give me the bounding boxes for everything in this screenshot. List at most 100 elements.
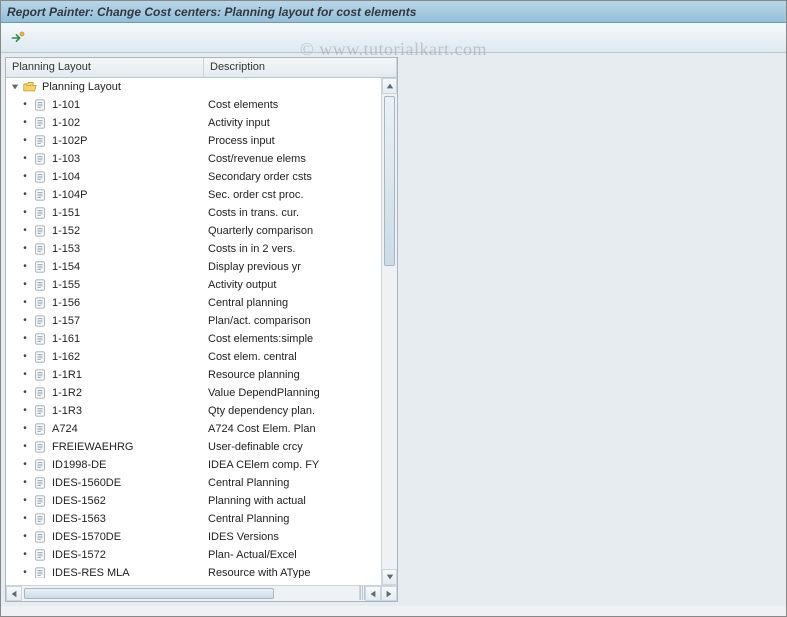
tree-row-id: FREIEWAEHRG [52,441,134,453]
tree-row-desc: Costs in in 2 vers. [204,243,397,255]
bullet-icon: • [20,352,30,362]
tree-row-id: 1-156 [52,297,80,309]
hscroll-left2-button[interactable] [365,586,381,601]
bullet-icon: • [20,406,30,416]
tree-row-desc: Secondary order csts [204,171,397,183]
tree-row[interactable]: • IDES-1570DE IDES Versions [6,528,397,546]
hscroll-track[interactable] [22,586,359,601]
tree-row[interactable]: •1-153Costs in in 2 vers. [6,240,397,258]
tree-row[interactable]: •1-103Cost/revenue elems [6,150,397,168]
document-icon [32,134,48,148]
document-icon [32,278,48,292]
hscroll-thumb[interactable] [24,588,274,599]
tree-row-desc: Process input [204,135,397,147]
tree-row[interactable]: •1-154Display previous yr [6,258,397,276]
tree-row-desc: IDEA CElem comp. FY [204,459,397,471]
tree-row[interactable]: •1-155Activity output [6,276,397,294]
tree-row-id: IDES-1563 [52,513,106,525]
document-icon [32,440,48,454]
vertical-scrollbar[interactable] [381,78,397,585]
tree-row-desc: Central Planning [204,513,397,525]
bullet-icon: • [20,460,30,470]
document-icon [32,242,48,256]
bullet-icon: • [20,118,30,128]
tree-row[interactable]: •ID1998-DEIDEA CElem comp. FY [6,456,397,474]
back-nav-button[interactable] [7,27,29,49]
tree-row-desc: User-definable crcy [204,441,397,453]
tree-row[interactable]: •1-152Quarterly comparison [6,222,397,240]
tree-row[interactable]: •A724A724 Cost Elem. Plan [6,420,397,438]
bullet-icon: • [20,172,30,182]
document-icon [32,260,48,274]
tree-row-desc: Cost elem. central [204,351,397,363]
tree-rows-container: Planning Layout •1-101Cost elements•1-10… [6,78,397,578]
tree-row-id: 1-101 [52,99,80,111]
tree-row-desc: Resource with AType [204,567,397,578]
tree-row[interactable]: •1-101Cost elements [6,96,397,114]
tree-row-id: IDES-1572 [52,549,106,561]
tree-row-id: IDES-1570DE [52,531,121,543]
tree-row[interactable]: •1-162Cost elem. central [6,348,397,366]
expand-arrow-icon[interactable] [10,82,20,92]
document-icon [32,296,48,310]
tree-row-id: A724 [52,423,78,435]
tree-row-id: 1-104 [52,171,80,183]
tree-row[interactable]: •1-161Cost elements:simple [6,330,397,348]
bullet-icon: • [20,190,30,200]
tree-row-id: 1-104P [52,189,87,201]
hscroll-left-button[interactable] [6,586,22,601]
tree-row[interactable]: •IDES-1563Central Planning [6,510,397,528]
tree-row[interactable]: •1-156Central planning [6,294,397,312]
tree-row[interactable]: •1-102Activity input [6,114,397,132]
bullet-icon: • [20,442,30,452]
tree-row[interactable]: •1-157Plan/act. comparison [6,312,397,330]
scroll-thumb[interactable] [384,96,395,266]
tree-row[interactable]: •1-102PProcess input [6,132,397,150]
tree-row[interactable]: •1-104PSec. order cst proc. [6,186,397,204]
tree-row[interactable]: •1-1R3Qty dependency plan. [6,402,397,420]
column-header-description[interactable]: Description [204,58,397,77]
document-icon [32,530,48,544]
tree-row-id: 1-155 [52,279,80,291]
scroll-track[interactable] [382,94,397,569]
tree-row[interactable]: • 1-104 Secondary order csts [6,168,397,186]
tree-body: Planning Layout •1-101Cost elements•1-10… [6,78,397,601]
tree-row[interactable]: • FREIEWAEHRG User-definable crcy [6,438,397,456]
tree-root-row[interactable]: Planning Layout [6,78,397,96]
document-icon [32,494,48,508]
bullet-icon: • [20,334,30,344]
tree-row-id: IDES-RES MLA [52,567,130,578]
tree-row-desc: Plan/act. comparison [204,315,397,327]
hscroll-right-button[interactable] [381,586,397,601]
bullet-icon: • [20,424,30,434]
scroll-up-button[interactable] [382,78,397,94]
tree-row[interactable]: •IDES-1562Planning with actual [6,492,397,510]
tree-row-desc: Cost/revenue elems [204,153,397,165]
tree-row[interactable]: •1-151Costs in trans. cur. [6,204,397,222]
document-icon [32,170,48,184]
tree-row[interactable]: •IDES-1560DECentral Planning [6,474,397,492]
tree-row-id: 1-154 [52,261,80,273]
bullet-icon: • [20,550,30,560]
column-header-layout[interactable]: Planning Layout [6,58,204,77]
tree-row-desc: Activity input [204,117,397,129]
tree-row-id: 1-102P [52,135,87,147]
tree-panel: Planning Layout Description [5,57,398,602]
tree-row[interactable]: •IDES-1572Plan- Actual/Excel [6,546,397,564]
horizontal-scrollbar[interactable] [6,585,397,601]
document-icon [32,350,48,364]
tree-row-desc: Display previous yr [204,261,397,273]
tree-row[interactable]: •IDES-RES MLAResource with AType [6,564,397,578]
tree-row-desc: Quarterly comparison [204,225,397,237]
scroll-down-button[interactable] [382,569,397,585]
tree-row[interactable]: •1-1R2Value DependPlanning [6,384,397,402]
document-icon [32,116,48,130]
tree-root-label: Planning Layout [42,81,121,93]
bullet-icon: • [20,388,30,398]
tree-row[interactable]: •1-1R1Resource planning [6,366,397,384]
bullet-icon: • [20,100,30,110]
bullet-icon: • [20,532,30,542]
tree-row-desc: IDES Versions [204,531,397,543]
tree-row-id: 1-153 [52,243,80,255]
tree-row-desc: Activity output [204,279,397,291]
